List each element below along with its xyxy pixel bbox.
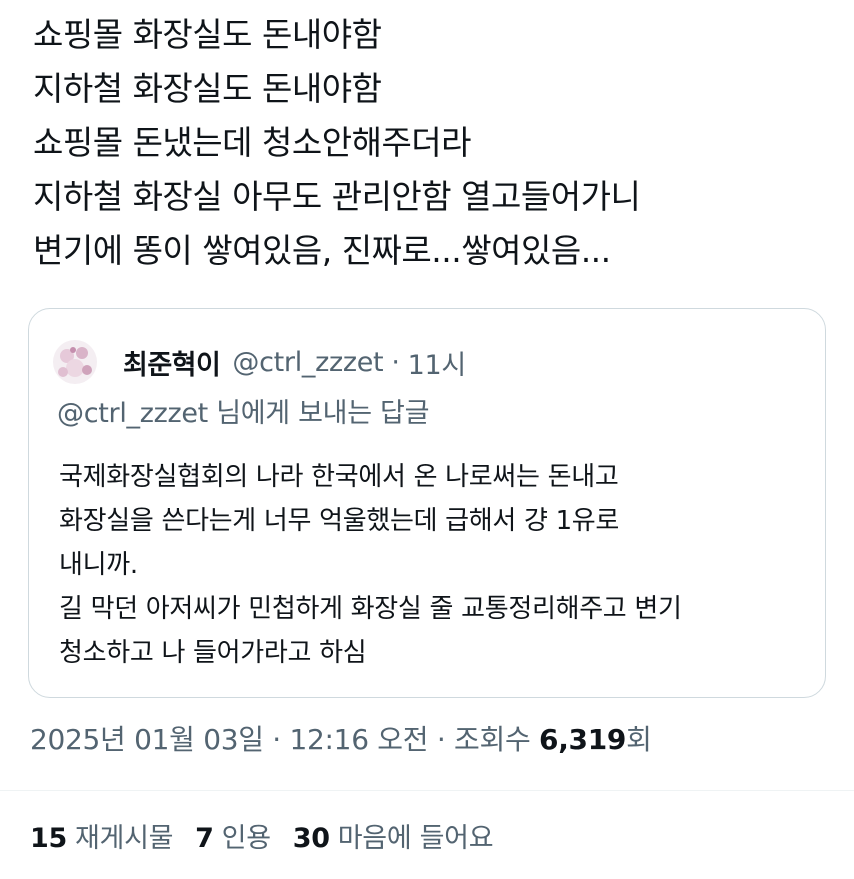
tweet-text-line: 변기에 똥이 쌓여있음, 진짜로...쌓여있음... — [33, 231, 611, 270]
quoted-tweet-card[interactable]: 최준혁이 @ctrl_zzzet · 11시 @ctrl_zzzet 님에게 보… — [28, 308, 826, 698]
quoted-text-line: 청소하고 나 들어가라고 하심 — [59, 638, 367, 668]
quoted-author-handle[interactable]: @ctrl_zzzet — [232, 347, 383, 378]
views-label: 조회수 — [454, 723, 540, 756]
views-count: 6,319 — [539, 723, 627, 756]
tweet-text-line: 지하철 화장실 아무도 관리안함 열고들어가니 — [33, 177, 641, 216]
tweet-text: 쇼핑몰 화장실도 돈내야함 지하철 화장실도 돈내야함 쇼핑몰 돈냈는데 청소안… — [33, 8, 833, 278]
retweets-count: 15 — [30, 823, 67, 854]
likes-stat[interactable]: 30 마음에 들어요 — [293, 816, 494, 855]
separator-dot: · — [263, 723, 290, 756]
separator-dot: · — [428, 723, 455, 756]
quoted-text-line: 내니까. — [59, 550, 138, 580]
tweet-text-line: 지하철 화장실도 돈내야함 — [33, 69, 382, 108]
likes-count: 30 — [292, 823, 330, 854]
quotes-label: 인용 — [221, 823, 271, 854]
quotes-stat[interactable]: 7 인용 — [195, 816, 271, 855]
quoted-tweet-header: 최준혁이 @ctrl_zzzet · 11시 — [53, 337, 466, 387]
quoted-text-line: 길 막던 아저씨가 민첩하게 화장실 줄 교통정리해주고 변기 — [59, 594, 682, 624]
tweet-detail-page: 쇼핑몰 화장실도 돈내야함 지하철 화장실도 돈내야함 쇼핑몰 돈냈는데 청소안… — [0, 0, 854, 879]
tweet-date[interactable]: 2025년 01월 03일 — [30, 723, 264, 756]
tweet-meta: 2025년 01월 03일 · 12:16 오전 · 조회수 6,319회 — [30, 718, 652, 758]
engagement-stats: 15 재게시물 7 인용 30 마음에 들어요 — [30, 816, 515, 855]
views-suffix: 회 — [626, 723, 652, 756]
quoted-author-name[interactable]: 최준혁이 — [123, 343, 221, 382]
divider — [0, 790, 854, 791]
avatar[interactable] — [53, 340, 97, 384]
tweet-text-line: 쇼핑몰 화장실도 돈내야함 — [33, 15, 382, 54]
quoted-tweet-text: 국제화장실협회의 나라 한국에서 온 나로써는 돈내고 화장실을 쓴다는게 너무… — [59, 455, 819, 675]
retweets-stat[interactable]: 15 재게시물 — [30, 816, 173, 855]
tweet-text-line: 쇼핑몰 돈냈는데 청소안해주더라 — [33, 123, 472, 162]
reply-to-label: @ctrl_zzzet 님에게 보내는 답글 — [57, 398, 430, 429]
quoted-text-line: 국제화장실협회의 나라 한국에서 온 나로써는 돈내고 — [59, 462, 619, 492]
separator-dot: · — [391, 346, 400, 378]
likes-label: 마음에 들어요 — [337, 823, 494, 854]
quoted-text-line: 화장실을 쓴다는게 너무 억울했는데 급해서 걍 1유로 — [59, 506, 620, 536]
tweet-time[interactable]: 12:16 오전 — [290, 723, 429, 756]
quoted-tweet-time[interactable]: 11시 — [408, 343, 467, 382]
quotes-count: 7 — [195, 823, 214, 854]
avatar-image-icon — [53, 340, 97, 384]
retweets-label: 재게시물 — [74, 823, 174, 854]
